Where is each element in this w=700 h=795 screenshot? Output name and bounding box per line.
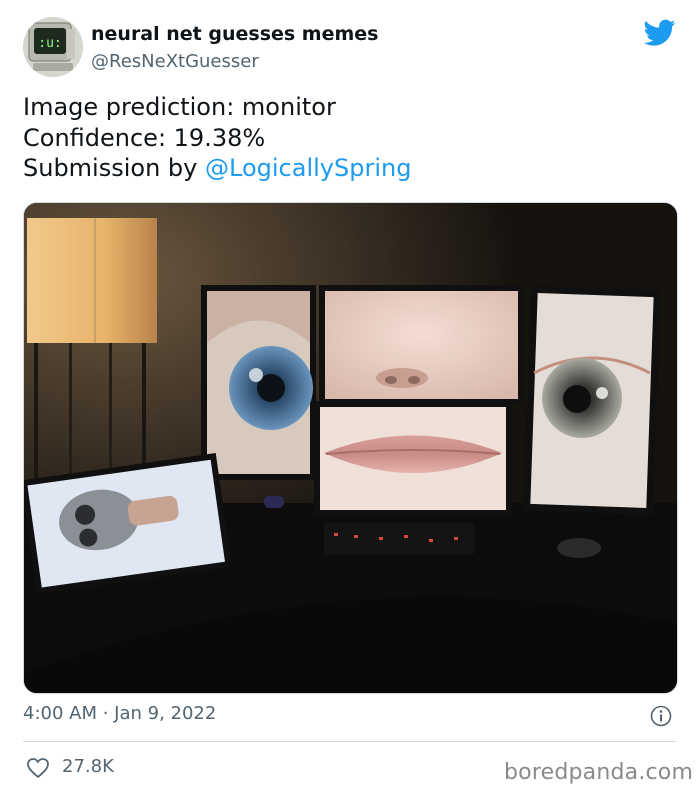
monitor-setup-photo: [24, 203, 677, 693]
like-count[interactable]: 27.8K: [62, 756, 114, 777]
tweet-timestamp[interactable]: 4:00 AM · Jan 9, 2022: [23, 703, 216, 724]
heart-icon[interactable]: [26, 757, 50, 779]
prediction-line: Image prediction: monitor: [23, 93, 336, 121]
avatar[interactable]: :u:: [23, 17, 83, 77]
svg-text::u:: :u:: [38, 36, 61, 51]
watermark: boredpanda.com: [504, 760, 694, 785]
submission-line: Submission by @LogicallySpring: [23, 153, 673, 184]
tweet-photo[interactable]: [23, 202, 678, 694]
submission-prefix: Submission by: [23, 154, 205, 182]
computer-avatar-icon: :u:: [23, 17, 83, 77]
tweet-text: Image prediction: monitor Confidence: 19…: [23, 92, 673, 184]
author-name[interactable]: neural net guesses memes: [91, 23, 379, 45]
mention-link[interactable]: @LogicallySpring: [205, 154, 411, 182]
author-handle[interactable]: @ResNeXtGuesser: [91, 51, 259, 72]
twitter-bird-icon[interactable]: [644, 19, 676, 47]
confidence-line: Confidence: 19.38%: [23, 123, 266, 152]
info-icon[interactable]: [650, 705, 672, 727]
divider: [23, 741, 676, 742]
